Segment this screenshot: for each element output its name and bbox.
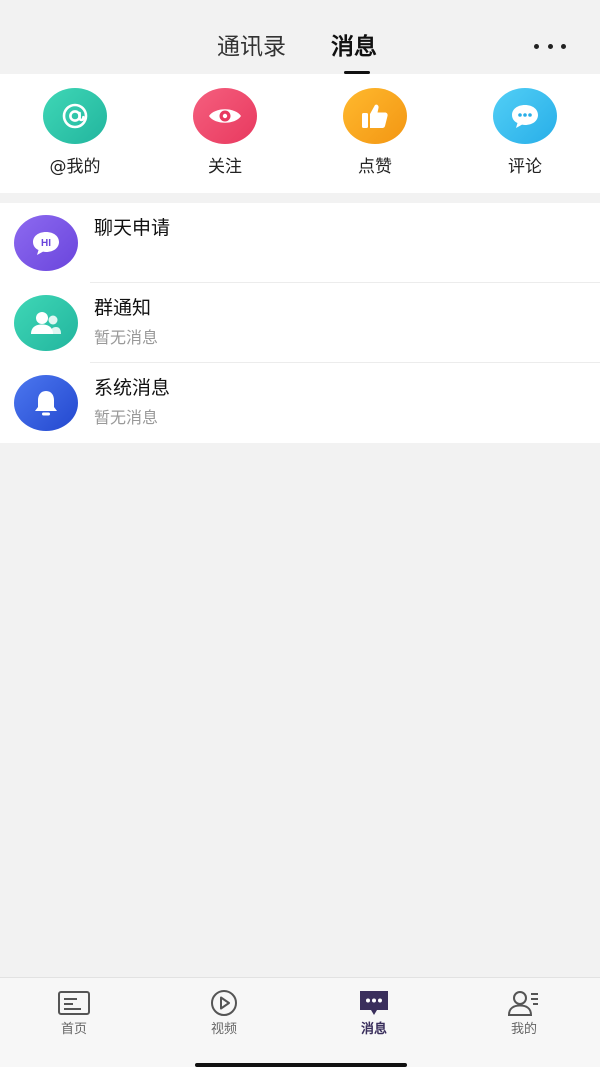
nav-item-home[interactable]: 首页 <box>24 988 124 1038</box>
nav-item-video[interactable]: 视频 <box>174 988 274 1038</box>
quick-action-likes[interactable]: 点赞 <box>325 88 425 178</box>
list-item-subtitle: 暂无消息 <box>94 328 159 347</box>
profile-icon <box>507 991 538 1016</box>
nav-item-messages[interactable]: 消息 <box>324 988 424 1038</box>
list-item-chat-requests[interactable]: HI 聊天申请 <box>0 203 600 283</box>
list-item-title: 聊天申请 <box>94 217 171 239</box>
home-card-icon <box>58 991 90 1015</box>
svg-text:HI: HI <box>41 238 51 249</box>
bottom-nav: 首页 视频 消息 我的 <box>0 977 600 1067</box>
hi-bubble-icon: HI <box>14 215 78 271</box>
play-circle-icon <box>211 990 237 1016</box>
nav-label: 首页 <box>60 1022 87 1037</box>
bell-icon <box>14 375 78 431</box>
list-item-system-messages[interactable]: 系统消息 暂无消息 <box>0 363 600 443</box>
at-icon <box>43 88 107 144</box>
tab-messages[interactable]: 消息 <box>331 30 377 64</box>
nav-label: 视频 <box>210 1022 237 1037</box>
quick-action-follow[interactable]: 关注 <box>175 88 275 178</box>
quick-action-label: @我的 <box>49 157 101 177</box>
list-item-group-notices[interactable]: 群通知 暂无消息 <box>0 283 600 363</box>
quick-actions: @我的 关注 点赞 评论 <box>0 74 600 193</box>
top-bar: 通讯录 消息 <box>0 0 600 74</box>
quick-action-label: 关注 <box>208 157 242 177</box>
quick-action-comments[interactable]: 评论 <box>475 88 575 178</box>
app-root: 通讯录 消息 @我的 关注 点赞 评论 HI 聊天申请 群通知 暂无消息 系统消… <box>0 0 600 1067</box>
message-list: HI 聊天申请 群通知 暂无消息 系统消息 暂无消息 <box>0 203 600 443</box>
nav-item-me[interactable]: 我的 <box>474 988 574 1038</box>
list-item-title: 群通知 <box>94 297 152 319</box>
nav-label: 消息 <box>360 1022 387 1037</box>
home-indicator <box>195 1063 407 1067</box>
thumbs-up-icon <box>343 88 407 144</box>
eye-icon <box>193 88 257 144</box>
quick-action-label: 评论 <box>508 157 542 177</box>
message-dots-icon <box>360 991 388 1015</box>
more-dots-icon[interactable] <box>534 36 566 56</box>
nav-label: 我的 <box>510 1022 537 1037</box>
list-item-subtitle: 暂无消息 <box>94 408 159 427</box>
group-icon <box>14 295 78 351</box>
list-item-title: 系统消息 <box>94 377 171 399</box>
quick-action-label: 点赞 <box>358 157 392 177</box>
chat-bubble-icon <box>493 88 557 144</box>
tab-contacts[interactable]: 通讯录 <box>217 30 286 64</box>
quick-action-mentions[interactable]: @我的 <box>25 88 125 178</box>
